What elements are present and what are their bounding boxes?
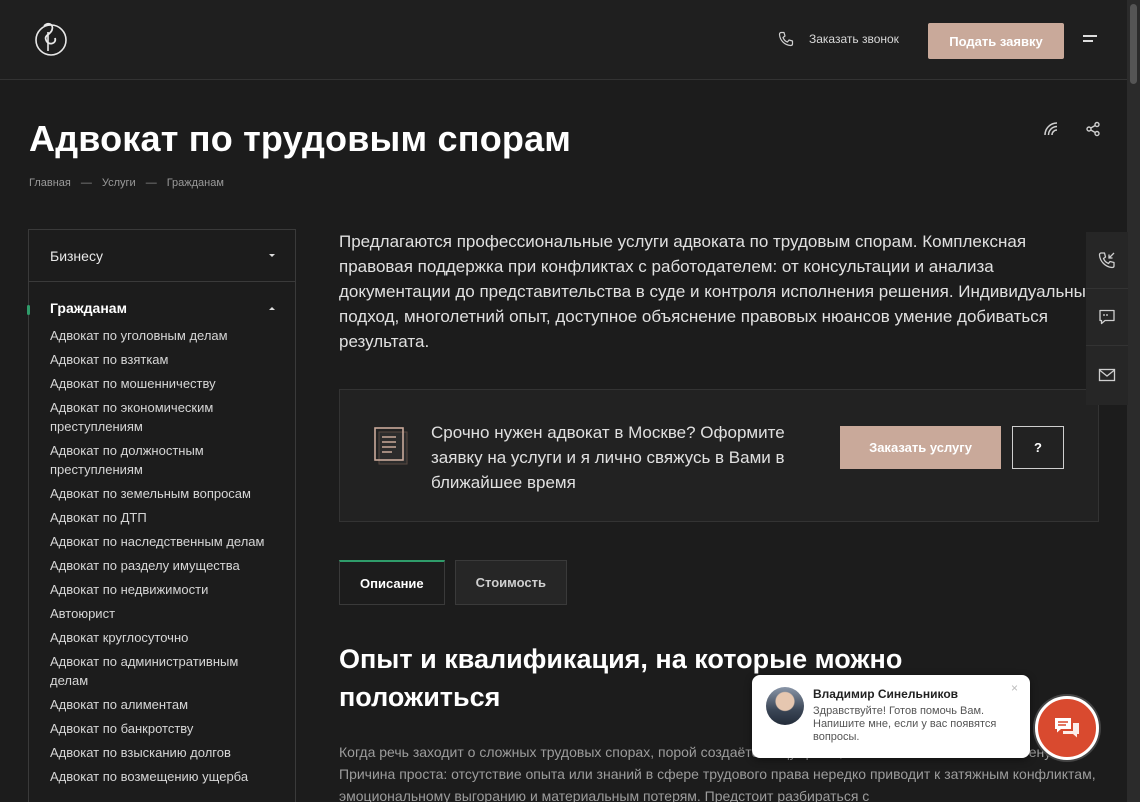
menu-icon[interactable] [1083, 35, 1099, 45]
document-icon [374, 427, 408, 465]
contact-float-panel [1086, 232, 1128, 405]
chevron-down-icon [269, 254, 275, 257]
breadcrumb-citizens[interactable]: Гражданам [167, 177, 224, 189]
chat-popup[interactable]: Владимир Синельников Здравствуйте! Готов… [752, 675, 1030, 758]
sidebar-item[interactable]: Адвокат по административным делам [50, 652, 275, 690]
float-call-button[interactable] [1086, 232, 1128, 289]
breadcrumb: Главная — Услуги — Гражданам [29, 177, 224, 189]
chat-icon [1099, 309, 1115, 325]
chat-launcher-button[interactable] [1035, 696, 1099, 760]
sidebar-item[interactable]: Адвокат круглосуточно [50, 628, 275, 647]
sidebar-item[interactable]: Адвокат по ДТП [50, 508, 275, 527]
chevron-up-icon [269, 306, 275, 310]
breadcrumb-home[interactable]: Главная [29, 177, 71, 189]
callback-link[interactable]: Заказать звонок [778, 31, 899, 47]
phone-icon [778, 31, 794, 47]
breadcrumb-services[interactable]: Услуги [102, 177, 136, 189]
page-actions [1043, 121, 1101, 137]
cta-block: Срочно нужен адвокат в Москве? Оформите … [339, 389, 1099, 522]
scrollbar-thumb[interactable] [1130, 4, 1137, 84]
tab-pricing[interactable]: Стоимость [454, 560, 567, 605]
sidebar-item[interactable]: Адвокат по должностным преступлениям [50, 441, 275, 479]
sidebar-item[interactable]: Адвокат по мошенничеству [50, 374, 275, 393]
sidebar-section-citizens[interactable]: Гражданам [27, 282, 295, 334]
sidebar-item[interactable]: Адвокат по недвижимости [50, 580, 275, 599]
sidebar-list: Адвокат по уголовным делам Адвокат по вз… [29, 326, 295, 786]
sidebar-item[interactable]: Адвокат по возмещению ущерба [50, 767, 275, 786]
sidebar-item[interactable]: Адвокат по взысканию долгов [50, 743, 275, 762]
chat-bubbles-icon [1055, 718, 1079, 738]
site-header: Заказать звонок Подать заявку [0, 0, 1127, 80]
question-button[interactable]: ? [1012, 426, 1064, 469]
float-mail-button[interactable] [1086, 346, 1128, 403]
chat-agent-name: Владимир Синельников [813, 687, 959, 701]
sidebar-item[interactable]: Адвокат по наследственным делам [50, 532, 275, 551]
sidebar-item[interactable]: Адвокат по банкротству [50, 719, 275, 738]
logo-icon[interactable] [30, 18, 70, 58]
phone-incoming-icon [1098, 252, 1115, 269]
apply-button[interactable]: Подать заявку [928, 23, 1064, 59]
sidebar-section-label: Гражданам [50, 300, 127, 316]
rss-icon[interactable] [1043, 121, 1059, 137]
sidebar-item[interactable]: Автоюрист [50, 604, 275, 623]
breadcrumb-separator: — [145, 177, 157, 189]
sidebar-section-label: Бизнесу [50, 247, 103, 264]
mail-icon [1098, 368, 1116, 381]
page-title: Адвокат по трудовым спорам [29, 118, 572, 159]
float-chat-button[interactable] [1086, 289, 1128, 346]
sidebar-item[interactable]: Адвокат по разделу имущества [50, 556, 275, 575]
sidebar-item[interactable]: Адвокат по земельным вопросам [50, 484, 275, 503]
sidebar-item[interactable]: Адвокат по взяткам [50, 350, 275, 369]
sidebar-section-business[interactable]: Бизнесу [29, 230, 295, 282]
content-tabs: Описание Стоимость [339, 560, 567, 605]
share-icon[interactable] [1085, 121, 1101, 137]
avatar [766, 687, 804, 725]
scrollbar[interactable] [1127, 0, 1140, 802]
intro-text: Предлагаются профессиональные услуги адв… [339, 232, 1096, 351]
chat-message: Здравствуйте! Готов помочь Вам. Напишите… [813, 705, 997, 743]
callback-label: Заказать звонок [809, 32, 899, 46]
order-service-button[interactable]: Заказать услугу [840, 426, 1001, 469]
breadcrumb-separator: — [80, 177, 92, 189]
sidebar-item[interactable]: Адвокат по экономическим преступлениям [50, 398, 275, 436]
sidebar-item[interactable]: Адвокат по алиментам [50, 695, 275, 714]
service-sidebar: Бизнесу Гражданам Адвокат по уголовным д… [27, 229, 296, 802]
tab-description[interactable]: Описание [339, 560, 445, 605]
cta-text: Срочно нужен адвокат в Москве? Оформите … [431, 423, 785, 492]
close-icon[interactable]: × [1011, 681, 1018, 695]
